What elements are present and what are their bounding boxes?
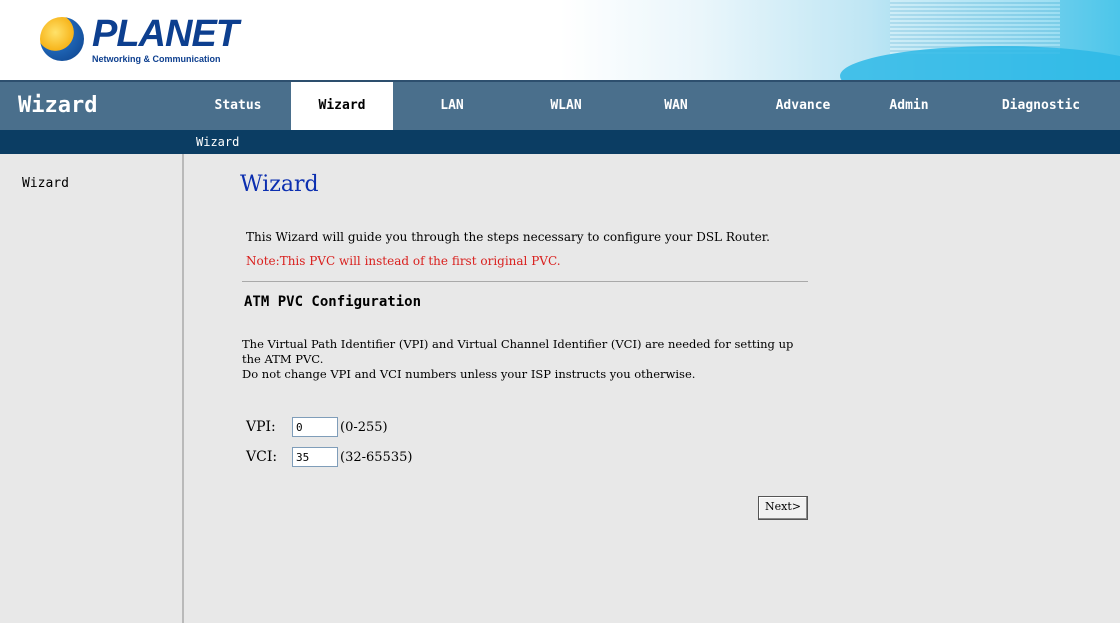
divider: [242, 281, 808, 282]
top-nav: Wizard Status Wizard LAN WLAN WAN Advanc…: [0, 80, 1120, 134]
section-title: ATM PVC Configuration: [244, 294, 422, 310]
vci-input[interactable]: [292, 447, 338, 467]
planet-logo-icon: [40, 17, 84, 61]
vpi-range: (0-255): [340, 419, 388, 435]
page-title: Wizard: [240, 172, 319, 197]
vci-range: (32-65535): [340, 449, 413, 465]
tab-advance[interactable]: Advance: [745, 82, 861, 130]
nav-section-title: Wizard: [18, 93, 98, 118]
tab-status[interactable]: Status: [185, 82, 291, 130]
vci-label: VCI:: [246, 449, 278, 465]
description-line-2: Do not change VPI and VCI numbers unless…: [242, 367, 696, 381]
next-button[interactable]: Next>: [758, 496, 808, 520]
tab-wan[interactable]: WAN: [621, 82, 731, 130]
header: PLANET Networking & Communication: [0, 0, 1120, 80]
description: The Virtual Path Identifier (VPI) and Vi…: [242, 337, 802, 382]
vci-row: VCI: (32-65535): [246, 447, 412, 467]
tab-lan[interactable]: LAN: [393, 82, 511, 130]
planet-logo: PLANET Networking & Communication: [40, 12, 239, 66]
subnav-item-wizard[interactable]: Wizard: [196, 130, 239, 154]
logo-text: PLANET Networking & Communication: [92, 12, 239, 64]
sub-nav: Wizard: [0, 130, 1120, 154]
vpi-input[interactable]: [292, 417, 338, 437]
pvc-note: Note:This PVC will instead of the first …: [246, 254, 561, 268]
tab-wlan[interactable]: WLAN: [511, 82, 621, 130]
main-content: Wizard This Wizard will guide you throug…: [184, 154, 1120, 623]
tab-wizard[interactable]: Wizard: [291, 82, 393, 134]
logo-subtitle: Networking & Communication: [92, 53, 221, 64]
sidebar: Wizard: [0, 154, 184, 623]
intro-text: This Wizard will guide you through the s…: [246, 230, 770, 244]
sidebar-item-wizard[interactable]: Wizard: [22, 176, 69, 191]
logo-name: PLANET: [92, 12, 239, 55]
vpi-row: VPI: (0-255): [246, 417, 388, 437]
tab-diagnostic[interactable]: Diagnostic: [980, 82, 1102, 130]
vpi-label: VPI:: [246, 419, 276, 435]
tab-admin[interactable]: Admin: [861, 82, 957, 130]
description-line-1: The Virtual Path Identifier (VPI) and Vi…: [242, 337, 794, 366]
